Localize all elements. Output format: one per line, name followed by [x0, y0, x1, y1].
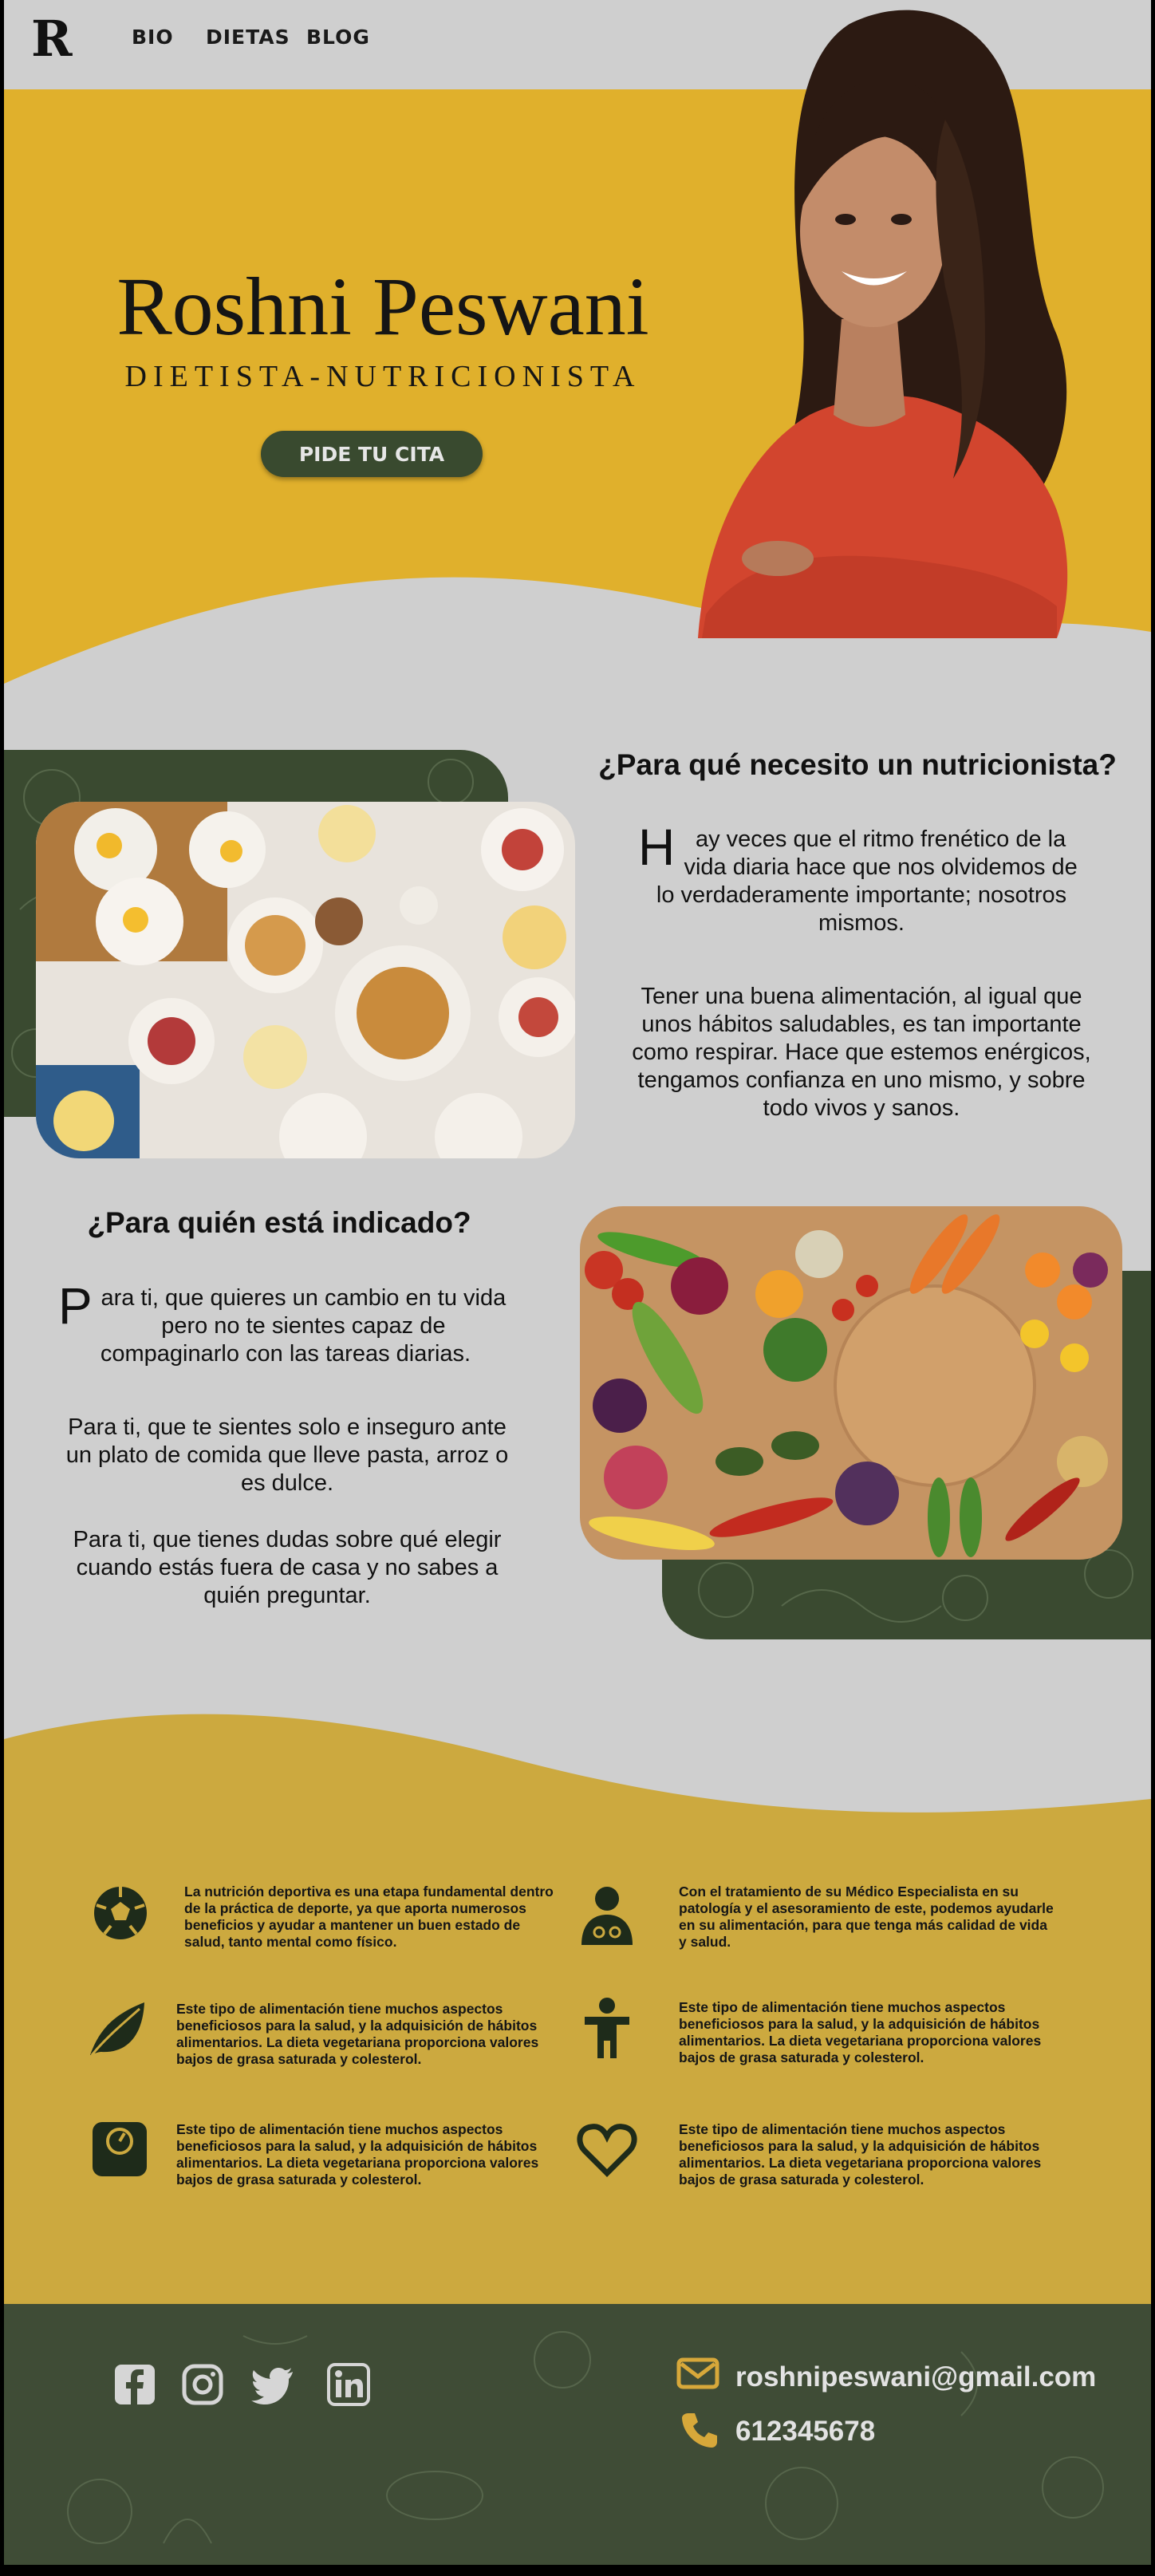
contact-email[interactable]: roshnipeswani@gmail.com: [735, 2361, 1096, 2393]
hero-name: Roshni Peswani: [116, 261, 649, 353]
page: R BIO DIETAS BLOG Roshni Peswani DIETIST…: [4, 0, 1151, 2565]
soccer-ball-icon: [94, 1887, 147, 1939]
who-paragraph-2: Para ti, que te sientes solo e inseguro …: [65, 1414, 509, 1496]
service-text-children: Este tipo de alimentación tiene muchos a…: [679, 1999, 1042, 2065]
twitter-icon[interactable]: [251, 2363, 294, 2406]
why-dropcap: H: [638, 819, 676, 876]
who-paragraph-3: Para ti, que tienes dudas sobre qué eleg…: [73, 1527, 502, 1608]
who-paragraph-1-text: ara ti, que quieres un cambio en tu vida…: [100, 1285, 507, 1367]
who-paragraph-1: Para ti, que quieres un cambio en tu vid…: [58, 1277, 513, 1368]
linkedin-icon[interactable]: [327, 2363, 370, 2406]
why-section-title: ¿Para qué necesito un nutricionista?: [598, 748, 1117, 781]
contact-phone[interactable]: 612345678: [735, 2416, 875, 2448]
why-paragraph-2: Tener una buena alimentación, al igual q…: [632, 984, 1091, 1121]
service-text-heart: Este tipo de alimentación tiene muchos a…: [679, 2121, 1042, 2187]
service-text-medical: Con el tratamiento de su Médico Especial…: [679, 1884, 1054, 1950]
nav-link-bio[interactable]: BIO: [132, 26, 174, 49]
why-paragraph-1-text: ay veces que el ritmo frenético de la vi…: [656, 826, 1078, 936]
child-icon: [585, 1998, 629, 2058]
scale-icon: [93, 2122, 147, 2176]
who-dropcap: P: [58, 1277, 93, 1335]
nav-link-dietas[interactable]: DIETAS: [206, 26, 290, 49]
nav-link-blog[interactable]: BLOG: [306, 26, 370, 49]
leaf-icon: [90, 2002, 144, 2056]
book-appointment-button[interactable]: PIDE TU CITA: [261, 431, 483, 477]
footer-doodle-pattern: [67, 2331, 1104, 2544]
service-text-weight: Este tipo de alimentación tiene muchos a…: [176, 2121, 539, 2187]
why-paragraph-1: Hay veces que el ritmo frenético de la v…: [638, 819, 1085, 937]
breakfast-table-photo: [36, 802, 575, 1158]
facebook-icon[interactable]: [113, 2363, 156, 2406]
doctor-icon: [581, 1887, 633, 1945]
hero-subtitle: DIETISTA-NUTRICIONISTA: [124, 360, 641, 393]
email-icon: [676, 2357, 719, 2389]
phone-icon: [682, 2413, 717, 2448]
service-text-vegetarian: Este tipo de alimentación tiene muchos a…: [176, 2001, 539, 2067]
instagram-icon[interactable]: [181, 2363, 224, 2406]
heart-icon: [577, 2124, 637, 2177]
who-section-title: ¿Para quién está indicado?: [87, 1206, 471, 1239]
footer: [4, 2304, 1151, 2565]
vegetables-board-photo: [580, 1206, 1122, 1560]
site-logo[interactable]: R: [31, 11, 73, 67]
service-text-sports: La nutrición deportiva es una etapa fund…: [184, 1884, 554, 1950]
